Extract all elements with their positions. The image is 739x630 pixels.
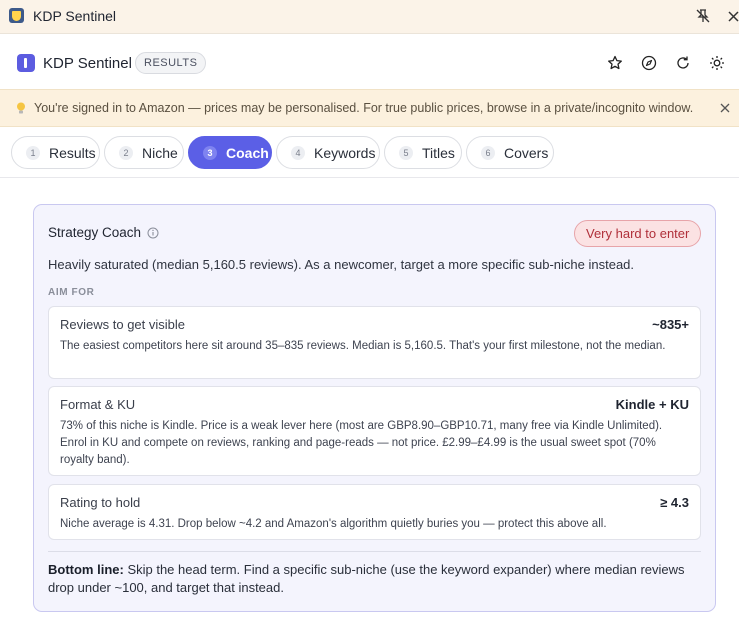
- info-icon[interactable]: [147, 226, 159, 239]
- aim-item-reviews: Reviews to get visible ~835+ The easiest…: [48, 306, 701, 379]
- window-titlebar: KDP Sentinel: [0, 0, 739, 33]
- tab-number: 5: [399, 145, 413, 160]
- tab-label: Niche: [142, 144, 178, 161]
- aim-item-description: Niche average is 4.31. Drop below ~4.2 a…: [60, 518, 607, 530]
- tab-keywords[interactable]: 4 Keywords: [276, 136, 380, 169]
- strategy-coach-card: Strategy Coach Very hard to enter Heavil…: [33, 204, 716, 612]
- tab-label: Titles: [422, 144, 455, 161]
- coach-summary: Heavily saturated (median 5,160.5 review…: [48, 257, 635, 272]
- tab-number: 3: [203, 145, 217, 160]
- aim-for-label: AIM FOR: [48, 287, 95, 298]
- window-title: KDP Sentinel: [33, 8, 117, 24]
- tab-number: 4: [291, 145, 305, 160]
- notice-close-icon[interactable]: [717, 100, 733, 116]
- app-shield-icon: [9, 8, 24, 23]
- tab-niche[interactable]: 2 Niche: [104, 136, 184, 169]
- difficulty-badge: Very hard to enter: [574, 220, 702, 247]
- tab-label: Results: [49, 144, 96, 161]
- tab-label: Coach: [226, 144, 269, 161]
- tab-coach[interactable]: 3 Coach: [188, 136, 272, 169]
- app-name: KDP Sentinel: [43, 55, 132, 72]
- aim-item-description: 73% of this niche is Kindle. Price is a …: [60, 420, 663, 466]
- sun-icon[interactable]: [707, 53, 727, 73]
- tab-label: Keywords: [314, 144, 376, 161]
- aim-item-description: The easiest competitors here sit around …: [60, 340, 666, 352]
- tab-bar: 1 Results 2 Niche 3 Coach 4 Keywords 5 T…: [0, 127, 739, 178]
- tab-number: 6: [481, 145, 495, 160]
- aim-item-value: ~835+: [652, 317, 689, 332]
- aim-item-value: ≥ 4.3: [660, 495, 689, 510]
- aim-item-rating: Rating to hold ≥ 4.3 Niche average is 4.…: [48, 484, 701, 540]
- refresh-icon[interactable]: [673, 53, 693, 73]
- aim-item-format-ku: Format & KU Kindle + KU 73% of this nich…: [48, 386, 701, 476]
- tab-results[interactable]: 1 Results: [11, 136, 100, 169]
- divider: [48, 551, 701, 552]
- results-badge: RESULTS: [135, 52, 207, 74]
- aim-item-value: Kindle + KU: [615, 397, 689, 412]
- tab-number: 1: [26, 145, 40, 160]
- star-icon[interactable]: [605, 53, 625, 73]
- tab-covers[interactable]: 6 Covers: [466, 136, 554, 169]
- bottom-line-text: Skip the head term. Find a specific sub-…: [48, 562, 685, 595]
- bottom-line-label: Bottom line:: [48, 562, 124, 577]
- lightbulb-icon: [16, 102, 26, 114]
- aim-item-label: Rating to hold: [60, 495, 141, 510]
- app-header: KDP Sentinel RESULTS: [0, 33, 739, 89]
- bottom-line: Bottom line: Skip the head term. Find a …: [48, 561, 703, 597]
- tab-titles[interactable]: 5 Titles: [384, 136, 462, 169]
- card-title: Strategy Coach: [48, 225, 142, 240]
- tab-number: 2: [119, 145, 133, 160]
- pin-off-icon[interactable]: [693, 6, 713, 26]
- compass-icon[interactable]: [639, 53, 659, 73]
- aim-item-label: Format & KU: [60, 397, 136, 412]
- close-icon[interactable]: [723, 6, 739, 26]
- signed-in-notice: You're signed in to Amazon — prices may …: [0, 89, 739, 127]
- tab-label: Covers: [504, 144, 549, 161]
- app-logo: [17, 54, 35, 72]
- notice-message: You're signed in to Amazon — prices may …: [34, 101, 694, 115]
- aim-item-label: Reviews to get visible: [60, 317, 185, 332]
